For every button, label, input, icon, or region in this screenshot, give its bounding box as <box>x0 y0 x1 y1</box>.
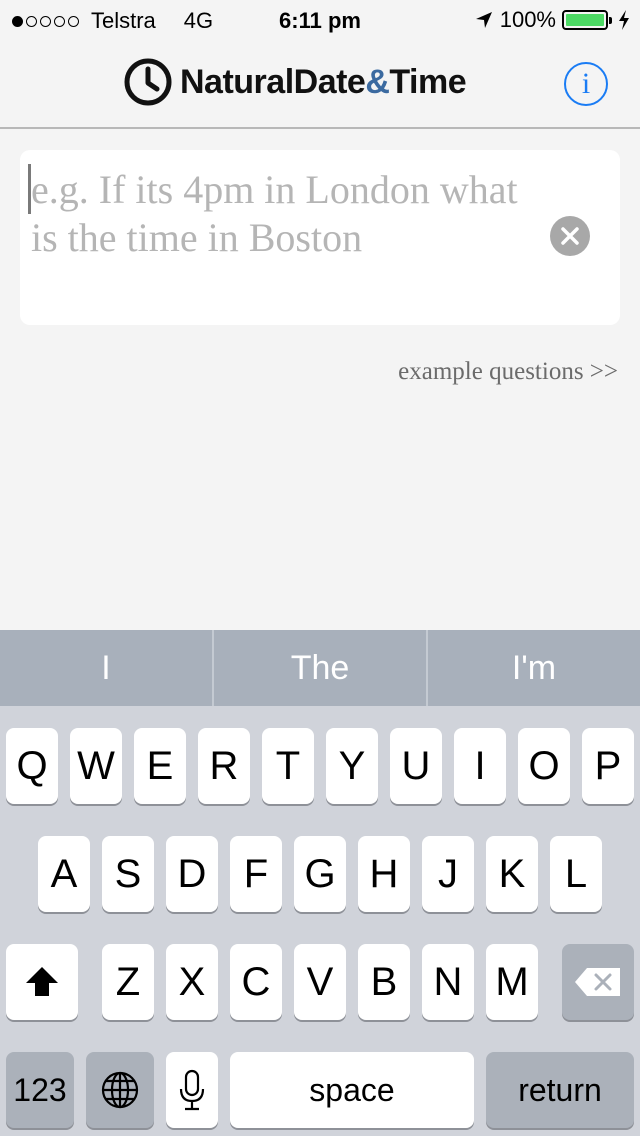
globe-key[interactable] <box>86 1052 154 1128</box>
key-b[interactable]: B <box>358 944 410 1020</box>
key-r[interactable]: R <box>198 728 250 804</box>
shift-key[interactable] <box>6 944 78 1020</box>
key-x[interactable]: X <box>166 944 218 1020</box>
question-placeholder: e.g. If its 4pm in London what is the ti… <box>31 167 518 260</box>
battery-fill <box>566 14 604 26</box>
key-o[interactable]: O <box>518 728 570 804</box>
key-i[interactable]: I <box>454 728 506 804</box>
logo-time: Time <box>389 62 467 101</box>
key-j[interactable]: J <box>422 836 474 912</box>
clear-icon[interactable] <box>550 216 590 256</box>
battery-percent: 100% <box>499 7 556 32</box>
battery-icon <box>562 10 612 30</box>
numbers-key[interactable]: 123 <box>6 1052 74 1128</box>
key-t[interactable]: T <box>262 728 314 804</box>
keyboard: Q W E R T Y U I O P A S D F G H J K L Z … <box>0 706 640 1136</box>
info-icon[interactable]: i <box>564 62 608 106</box>
example-questions-link[interactable]: example questions >> <box>398 358 618 386</box>
microphone-icon <box>179 1069 205 1111</box>
logo-name: NaturalDate <box>180 62 366 101</box>
key-y[interactable]: Y <box>326 728 378 804</box>
key-d[interactable]: D <box>166 836 218 912</box>
suggestion-2[interactable]: The <box>212 630 426 706</box>
app-logo: NaturalDate&Time <box>124 58 467 106</box>
key-v[interactable]: V <box>294 944 346 1020</box>
shift-icon <box>26 967 58 996</box>
key-h[interactable]: H <box>358 836 410 912</box>
status-right: 100% <box>474 7 630 33</box>
location-arrow-icon <box>475 12 492 28</box>
app-logo-text: NaturalDate&Time <box>180 62 467 102</box>
key-p[interactable]: P <box>582 728 634 804</box>
key-g[interactable]: G <box>294 836 346 912</box>
key-s[interactable]: S <box>102 836 154 912</box>
key-m[interactable]: M <box>486 944 538 1020</box>
key-c[interactable]: C <box>230 944 282 1020</box>
status-bar: Telstra 4G 6:11 pm 100% <box>0 0 640 40</box>
key-l[interactable]: L <box>550 836 602 912</box>
return-key[interactable]: return <box>486 1052 634 1128</box>
question-input[interactable]: e.g. If its 4pm in London what is the ti… <box>20 150 620 325</box>
key-n[interactable]: N <box>422 944 474 1020</box>
key-e[interactable]: E <box>134 728 186 804</box>
suggestion-1[interactable]: I <box>0 630 212 706</box>
globe-icon <box>101 1071 139 1109</box>
clock-logo-icon <box>124 58 172 106</box>
nav-bar: NaturalDate&Time i <box>0 40 640 129</box>
key-k[interactable]: K <box>486 836 538 912</box>
suggestion-3[interactable]: I'm <box>426 630 640 706</box>
key-q[interactable]: Q <box>6 728 58 804</box>
key-f[interactable]: F <box>230 836 282 912</box>
key-u[interactable]: U <box>390 728 442 804</box>
microphone-key[interactable] <box>166 1052 218 1128</box>
logo-amp: & <box>365 62 390 101</box>
key-z[interactable]: Z <box>102 944 154 1020</box>
clear-x-glyph <box>561 227 579 245</box>
delete-icon <box>575 968 620 996</box>
charging-bolt-icon <box>619 10 629 30</box>
delete-key[interactable] <box>562 944 634 1020</box>
space-key[interactable]: space <box>230 1052 474 1128</box>
key-a[interactable]: A <box>38 836 90 912</box>
key-w[interactable]: W <box>70 728 122 804</box>
keyboard-suggestions: I The I'm <box>0 630 640 706</box>
